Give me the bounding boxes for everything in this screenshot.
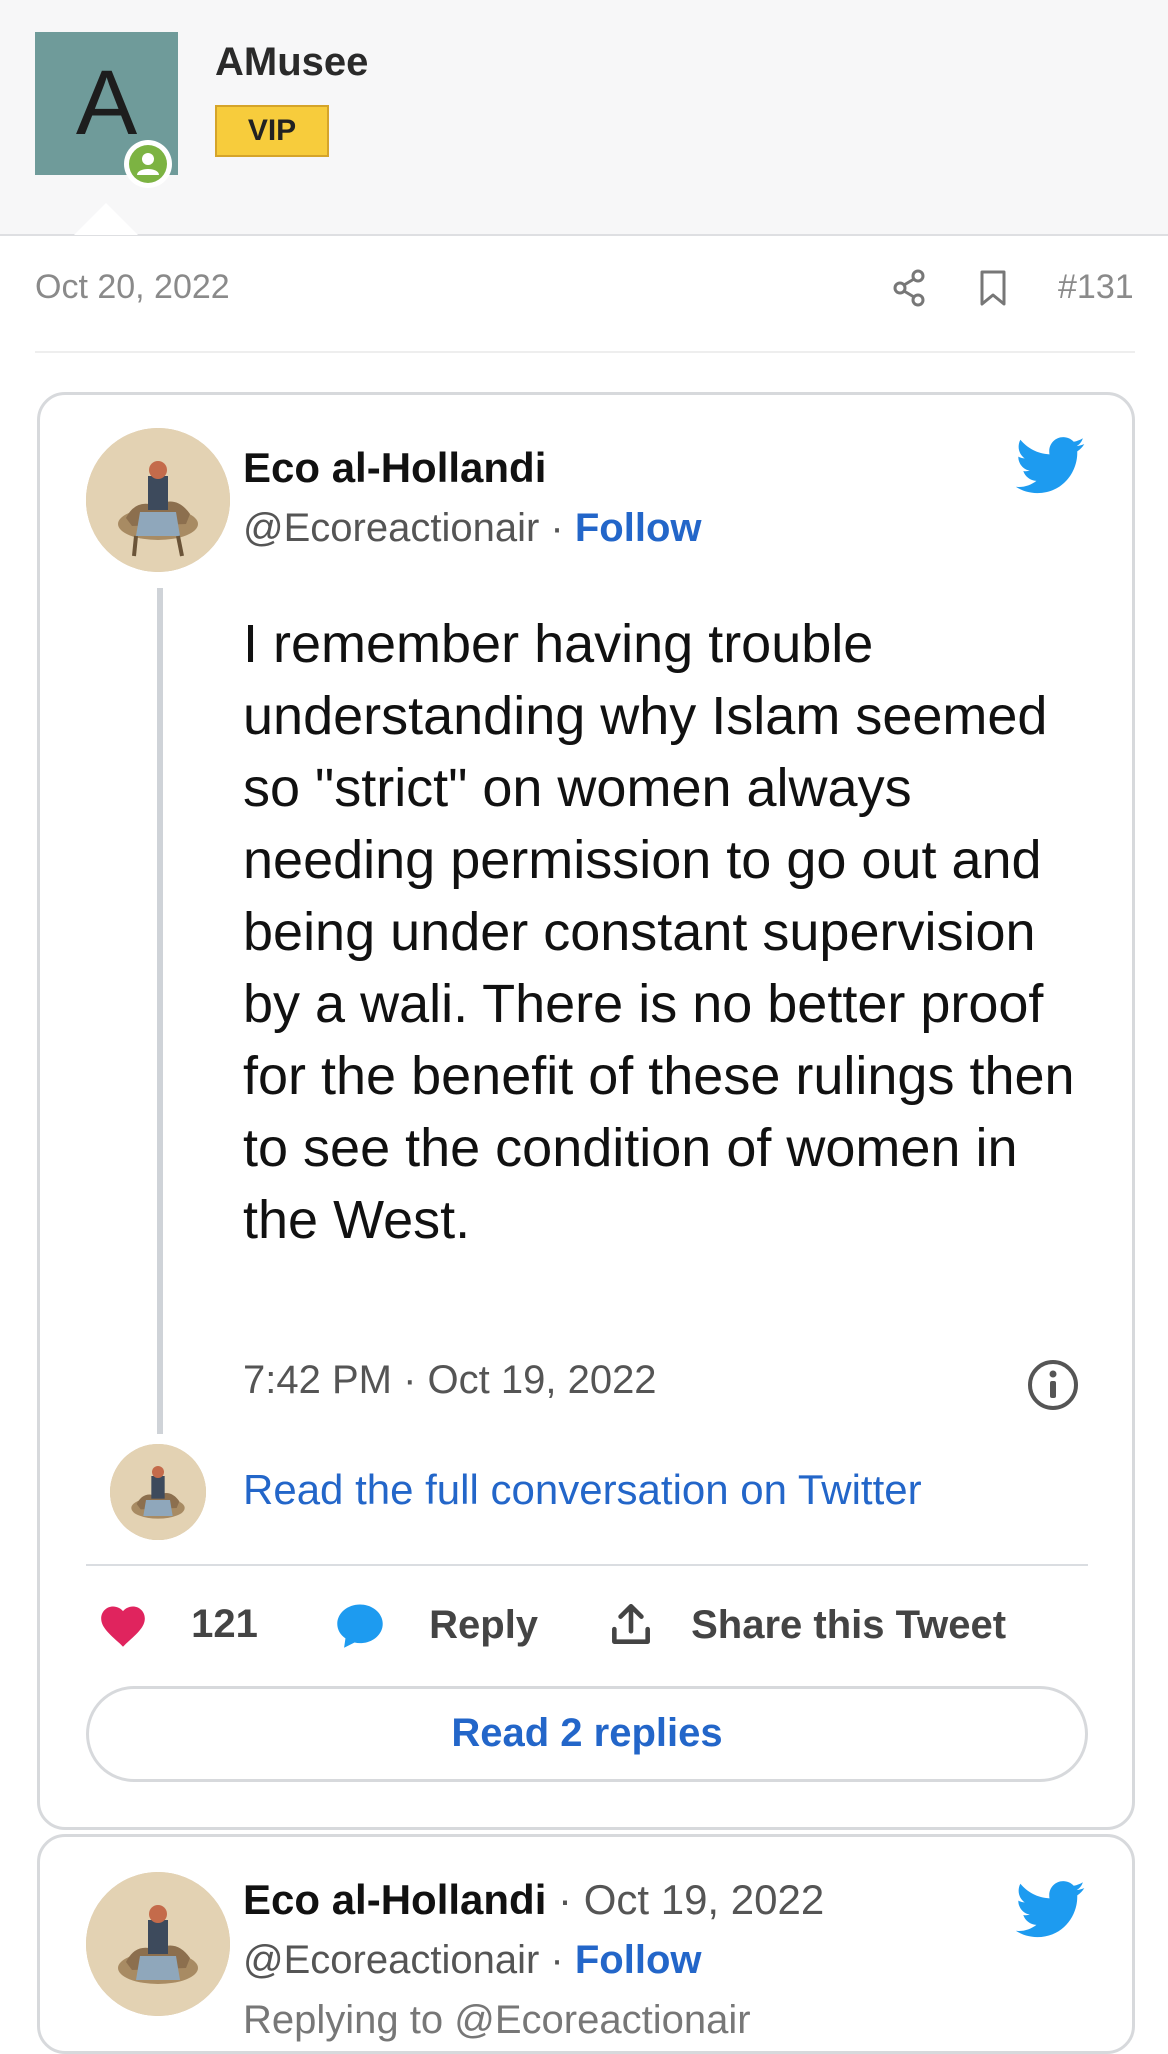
follow-link[interactable]: Follow	[575, 506, 702, 550]
tweet2-follow-link[interactable]: Follow	[575, 1938, 702, 1982]
author-username[interactable]: AMusee	[215, 40, 368, 85]
post-date[interactable]: Oct 20, 2022	[35, 268, 230, 307]
thread-line	[157, 588, 163, 1434]
reply-bubble-icon	[337, 1604, 383, 1648]
read-full-conversation-link[interactable]: Read the full conversation on Twitter	[243, 1466, 922, 1514]
vip-badge: VIP	[215, 105, 329, 157]
tweet2-handle-line: @Ecoreactionair · Follow	[243, 1938, 701, 1983]
divider	[35, 351, 1135, 353]
tweet2-author-avatar[interactable]	[86, 1872, 230, 2016]
reply-label: Reply	[429, 1602, 539, 1647]
tweet2-author-name[interactable]: Eco al-Hollandi	[243, 1876, 546, 1923]
actions-divider	[86, 1564, 1088, 1566]
tweet-handle[interactable]: @Ecoreactionair	[243, 506, 539, 550]
conversation-avatar[interactable]	[110, 1444, 206, 1540]
tweet2-handle[interactable]: @Ecoreactionair	[243, 1938, 539, 1982]
tweet-author-name[interactable]: Eco al-Hollandi	[243, 444, 546, 492]
twitter-bird-icon-2[interactable]	[1015, 1880, 1086, 1945]
like-button[interactable]: 121	[96, 1600, 258, 1648]
tweet2-separator: ·	[539, 1938, 575, 1982]
like-count: 121	[191, 1601, 258, 1646]
twitter-bird-icon[interactable]	[1015, 436, 1086, 501]
share-label: Share this Tweet	[691, 1602, 1007, 1647]
post-number[interactable]: #131	[1058, 268, 1134, 307]
handle-separator: ·	[539, 506, 575, 550]
tweet2-author-line: Eco al-Hollandi · Oct 19, 2022	[243, 1876, 824, 1924]
reply-button[interactable]: Reply	[332, 1600, 538, 1650]
tweet-timestamp[interactable]: 7:42 PM · Oct 19, 2022	[243, 1358, 657, 1403]
tweet2-replying-to: Replying to @Ecoreactionair	[243, 1998, 751, 2042]
bookmark-icon[interactable]	[978, 268, 1008, 313]
share-tweet-button[interactable]: Share this Tweet	[606, 1600, 1006, 1650]
tweet-text: I remember having trouble understanding …	[243, 614, 1075, 1250]
heart-icon	[101, 1606, 145, 1648]
tweet-handle-line: @Ecoreactionair · Follow	[243, 506, 701, 551]
info-icon[interactable]	[1027, 1359, 1079, 1416]
tweet2-date[interactable]: · Oct 19, 2022	[546, 1876, 824, 1923]
share-icon[interactable]	[892, 268, 928, 313]
upload-share-icon	[612, 1603, 650, 1644]
read-replies-button[interactable]: Read 2 replies	[86, 1686, 1088, 1782]
online-status-icon	[124, 140, 172, 188]
post-author-header: A AMusee VIP	[0, 0, 1168, 236]
header-caret	[74, 203, 138, 235]
tweet-author-avatar[interactable]	[86, 428, 230, 572]
